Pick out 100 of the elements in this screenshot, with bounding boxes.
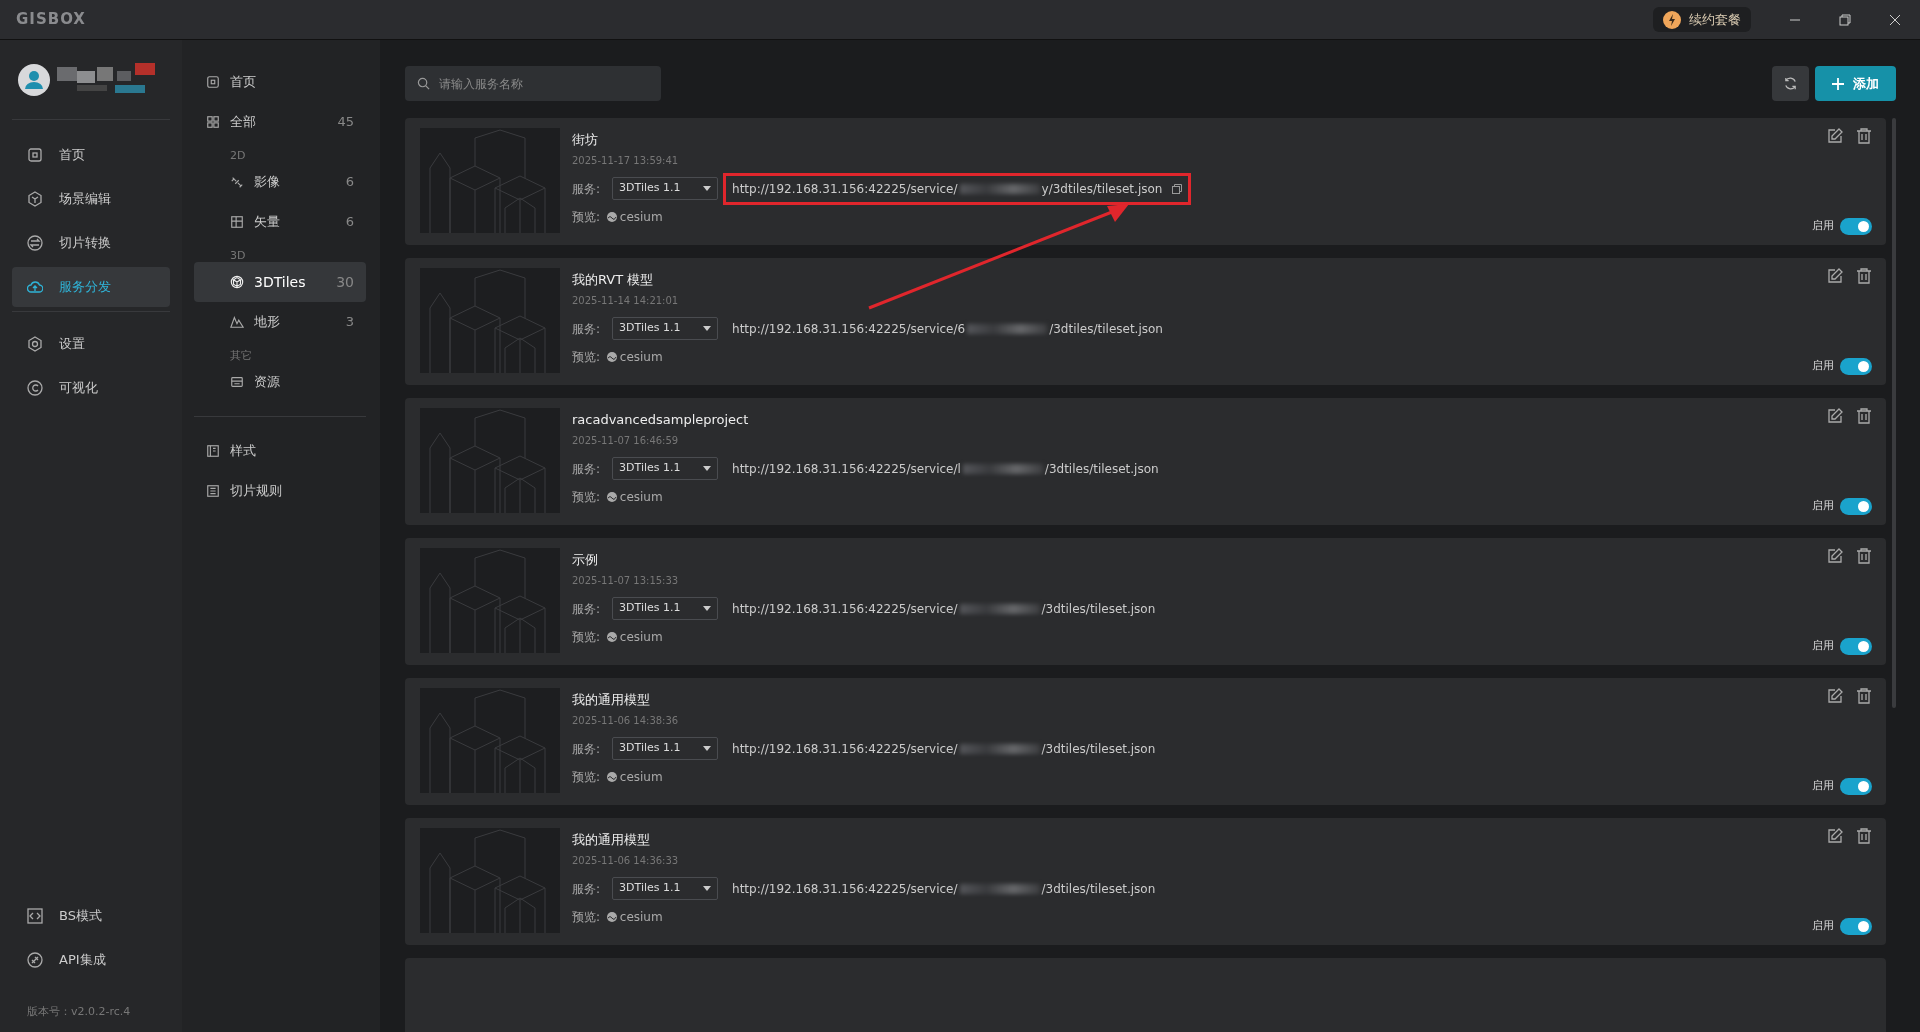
- globe-icon: [606, 771, 617, 782]
- category-item[interactable]: 全部 45: [194, 102, 366, 142]
- folder-icon: [230, 375, 244, 389]
- item-count: 6: [345, 173, 354, 192]
- url-text: http://192.168.31.156:42225/service/ /3dtiles/tileset.json: [731, 880, 1157, 898]
- edit-icon[interactable]: [1827, 268, 1843, 284]
- caret-icon: [703, 606, 712, 611]
- url-text: http://192.168.31.156:42225/service/ /3dtiles/tileset.json: [731, 740, 1157, 758]
- refresh-button[interactable]: [1771, 66, 1809, 101]
- field-label: 服务:: [572, 460, 601, 478]
- url-text: http://192.168.31.156:42225/service/6 /3dtiles/tileset.json: [731, 320, 1164, 338]
- section-header: 其它: [230, 349, 252, 362]
- field-label: 服务:: [572, 600, 601, 618]
- cube-icon: [230, 275, 244, 289]
- version-select[interactable]: 3DTiles 1.1: [612, 177, 719, 200]
- nav-item[interactable]: 设置: [12, 324, 170, 364]
- grid-square-icon: [230, 215, 244, 229]
- edit-icon[interactable]: [1827, 128, 1843, 144]
- nav-item[interactable]: BS模式: [12, 895, 170, 936]
- globe-icon: [606, 211, 617, 222]
- enable-toggle[interactable]: [1840, 778, 1872, 795]
- avatar-icon[interactable]: [18, 63, 50, 96]
- caret-icon: [703, 746, 712, 751]
- delete-icon[interactable]: [1856, 268, 1872, 284]
- version-select[interactable]: 3DTiles 1.1: [612, 877, 719, 900]
- version-select[interactable]: 3DTiles 1.1: [612, 737, 719, 760]
- category-item[interactable]: 样式: [194, 431, 366, 471]
- preview-link[interactable]: cesium: [606, 487, 663, 506]
- version-select[interactable]: 3DTiles 1.1: [612, 457, 719, 480]
- delete-icon[interactable]: [1856, 408, 1872, 424]
- delete-icon[interactable]: [1856, 548, 1872, 564]
- category-item[interactable]: 切片规则: [194, 471, 366, 511]
- version-select[interactable]: 3DTiles 1.1: [612, 317, 719, 340]
- toggle-label: 启用: [1811, 498, 1834, 515]
- home-icon: [206, 75, 220, 89]
- enable-toggle[interactable]: [1840, 918, 1872, 935]
- category-item[interactable]: 首页: [194, 62, 366, 102]
- field-label: 预览:: [572, 628, 601, 646]
- item-count: 3: [345, 313, 354, 332]
- version-select[interactable]: 3DTiles 1.1: [612, 597, 719, 620]
- refresh-icon: [1782, 76, 1798, 91]
- cloud-upload-icon: [27, 279, 43, 295]
- edit-icon[interactable]: [1827, 828, 1843, 844]
- lightning-icon: [1662, 10, 1681, 29]
- delete-icon[interactable]: [1856, 688, 1872, 704]
- timestamp: 2025-11-17 13:59:41: [572, 153, 680, 168]
- field-label: 服务:: [572, 180, 601, 198]
- category-item[interactable]: 资源: [194, 362, 366, 402]
- grid-icon: [206, 115, 220, 129]
- add-button[interactable]: 添加: [1815, 66, 1896, 101]
- enable-toggle[interactable]: [1840, 358, 1872, 375]
- nav-item[interactable]: 切片转换: [12, 223, 170, 263]
- service-title: 示例: [572, 551, 599, 569]
- timestamp: 2025-11-06 14:36:33: [572, 853, 680, 868]
- service-title: 我的通用模型: [572, 831, 651, 849]
- cube-icon: [27, 191, 43, 207]
- category-item[interactable]: 矢量 6: [194, 202, 366, 242]
- preview-link[interactable]: cesium: [606, 767, 663, 786]
- timestamp: 2025-11-14 14:21:01: [572, 293, 680, 308]
- service-title: 街坊: [572, 131, 599, 149]
- preview-link[interactable]: cesium: [606, 907, 663, 926]
- timestamp: 2025-11-06 14:38:36: [572, 713, 680, 728]
- category-item[interactable]: 影像 6: [194, 162, 366, 202]
- edit-icon[interactable]: [1827, 548, 1843, 564]
- list-icon: [206, 484, 220, 498]
- edit-icon[interactable]: [1827, 688, 1843, 704]
- timestamp: 2025-11-07 13:15:33: [572, 573, 680, 588]
- link-icon: [27, 951, 43, 968]
- enable-toggle[interactable]: [1840, 218, 1872, 235]
- code-icon: [27, 907, 43, 924]
- copy-icon[interactable]: [1172, 183, 1183, 194]
- caret-icon: [703, 466, 712, 471]
- delete-icon[interactable]: [1856, 128, 1872, 144]
- renew-button[interactable]: 续约套餐: [1652, 6, 1751, 33]
- toggle-label: 启用: [1811, 218, 1834, 235]
- field-label: 预览:: [572, 908, 601, 926]
- delete-icon[interactable]: [1856, 828, 1872, 844]
- nav-item[interactable]: 可视化: [12, 368, 170, 408]
- category-item[interactable]: 地形 3: [194, 302, 366, 342]
- plus-icon: [1832, 77, 1844, 90]
- search-field[interactable]: 请输入服务名称: [405, 66, 661, 101]
- section-header: 2D: [230, 149, 246, 162]
- preview-link[interactable]: cesium: [606, 207, 663, 226]
- home-icon: [27, 147, 43, 163]
- book-icon: [206, 444, 220, 458]
- settings-icon: [27, 336, 43, 352]
- nav-item[interactable]: 首页: [12, 135, 170, 175]
- field-label: 服务:: [572, 320, 601, 338]
- nav-item[interactable]: 服务分发: [12, 267, 170, 307]
- category-item[interactable]: 3DTiles 30: [194, 262, 366, 302]
- preview-link[interactable]: cesium: [606, 627, 663, 646]
- globe-icon: [606, 351, 617, 362]
- enable-toggle[interactable]: [1840, 638, 1872, 655]
- nav-item[interactable]: 场景编辑: [12, 179, 170, 219]
- globe-icon: [606, 631, 617, 642]
- nav-item[interactable]: API集成: [12, 939, 170, 980]
- scrollbar[interactable]: [1892, 118, 1896, 708]
- enable-toggle[interactable]: [1840, 498, 1872, 515]
- preview-link[interactable]: cesium: [606, 347, 663, 366]
- edit-icon[interactable]: [1827, 408, 1843, 424]
